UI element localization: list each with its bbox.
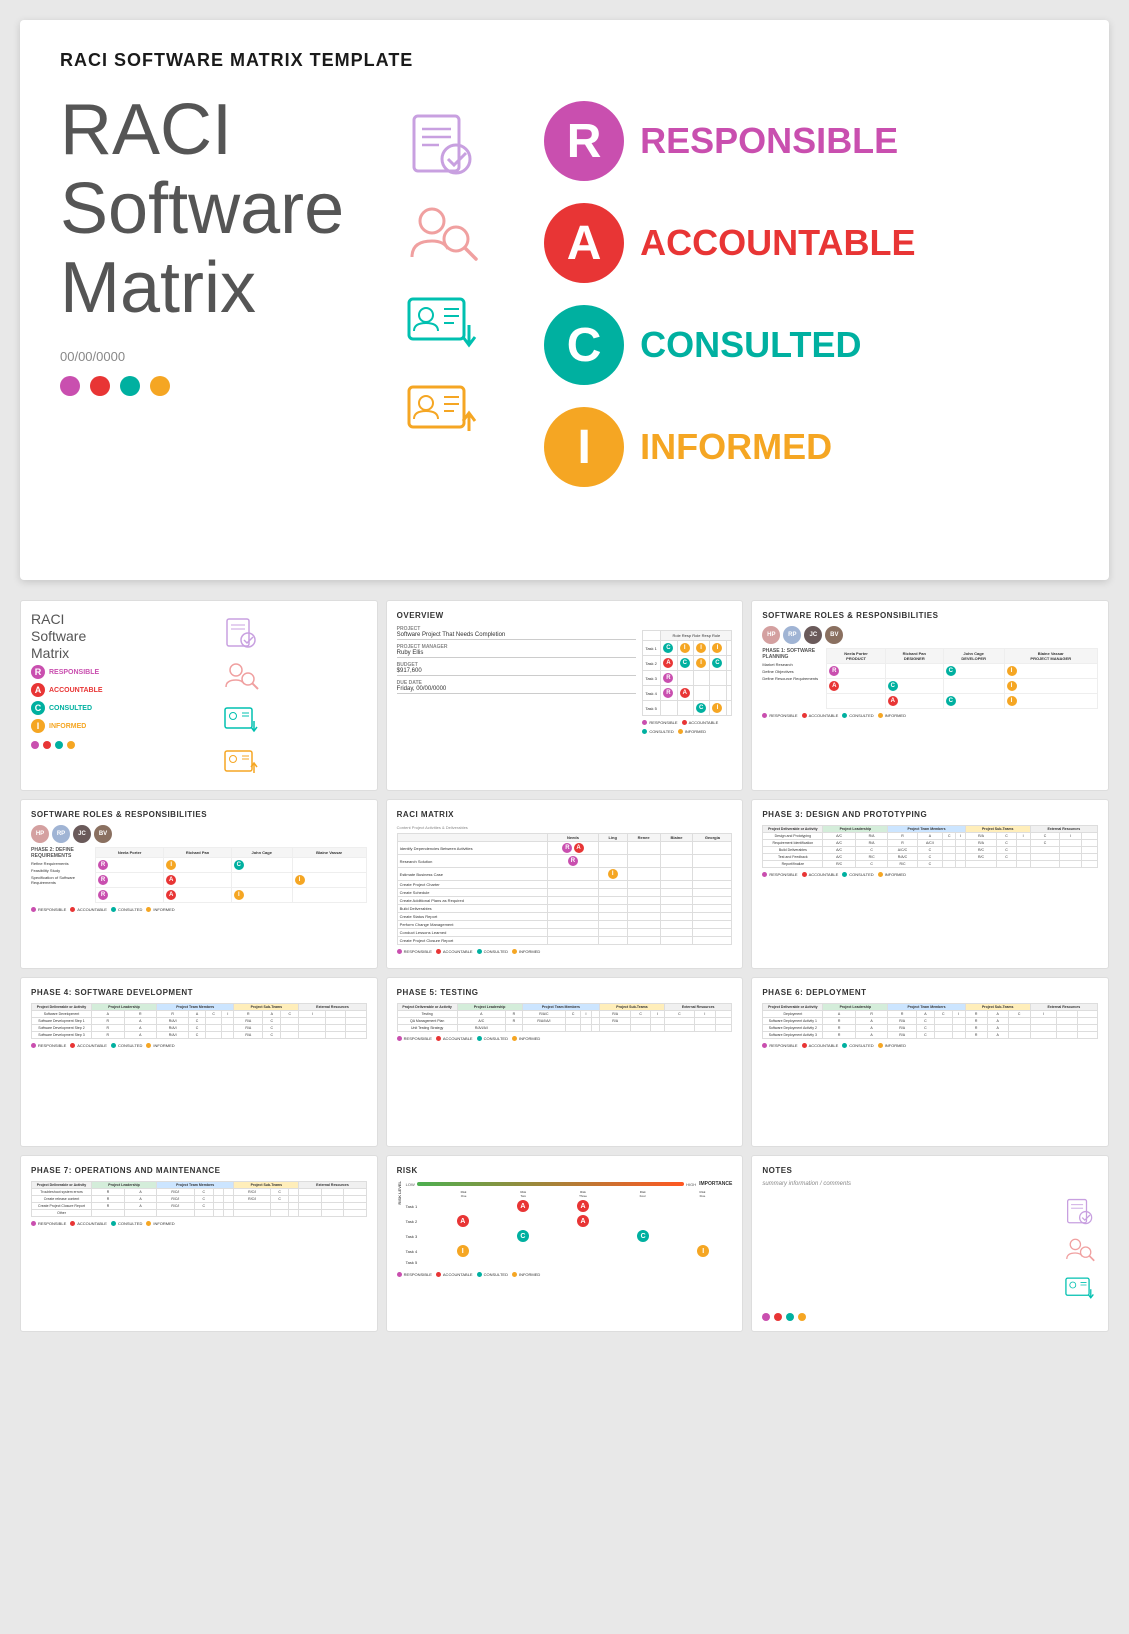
thumb4-content: PHASE 2: DEFINE REQUIREMENTS Refine Requ…: [31, 847, 367, 903]
thumb2-budget: $917,600: [397, 668, 637, 676]
thumb11-legend: RESPONSIBLE ACCOUNTABLE CONSULTED INFORM…: [397, 1272, 733, 1277]
raci-row-c: C CONSULTED: [544, 305, 1069, 385]
thumb-4[interactable]: SOFTWARE ROLES & RESPONSIBILITIES HP RP …: [20, 799, 378, 969]
raci-label-i: INFORMED: [640, 426, 832, 468]
thumb9-legend: RESPONSIBLE ACCOUNTABLE CONSULTED INFORM…: [762, 1043, 1098, 1048]
thumb2-manager: Ruby Ellis: [397, 650, 637, 658]
dot-a: [90, 376, 110, 396]
thumb9-title: PHASE 6: DEPLOYMENT: [762, 988, 1098, 997]
raci-circle-r: R: [544, 101, 624, 181]
thumb5-legend: RESPONSIBLE ACCOUNTABLE CONSULTED INFORM…: [397, 949, 733, 954]
icon-document-check: [404, 111, 484, 181]
thumb6-legend: RESPONSIBLE ACCOUNTABLE CONSULTED INFORM…: [762, 872, 1098, 877]
center-icons: [364, 91, 524, 445]
thumb12-title: NOTES: [762, 1166, 1098, 1175]
raci-label-c: CONSULTED: [640, 324, 861, 366]
thumb7-legend: RESPONSIBLE ACCOUNTABLE CONSULTED INFORM…: [31, 1043, 367, 1048]
thumb2-duedate: Friday, 00/00/0000: [397, 686, 637, 694]
thumb-5[interactable]: RACI MATRIX Content Project Activities &…: [386, 799, 744, 969]
raci-row-a: A ACCOUNTABLE: [544, 203, 1069, 283]
thumb-9[interactable]: PHASE 6: DEPLOYMENT Project Deliverable …: [751, 977, 1109, 1147]
thumb4-avatars: HP RP JC BV: [31, 825, 367, 843]
raci-circle-i: I: [544, 407, 624, 487]
thumb8-legend: RESPONSIBLE ACCOUNTABLE CONSULTED INFORM…: [397, 1036, 733, 1041]
thumb-3[interactable]: SOFTWARE ROLES & RESPONSIBILITIES HP RP …: [751, 600, 1109, 791]
thumb-10[interactable]: PHASE 7: OPERATIONS AND MAINTENANCE Proj…: [20, 1155, 378, 1332]
thumb3-content: PHASE 1: SOFTWARE PLANNING Market Resear…: [762, 648, 1098, 709]
main-title: RACI SOFTWARE MATRIX TEMPLATE: [60, 50, 1069, 71]
raci-row-i: I INFORMED: [544, 407, 1069, 487]
thumb2-project: Software Project That Needs Completion: [397, 632, 637, 640]
main-content: RACISoftwareMatrix 00/00/0000: [60, 91, 1069, 487]
thumb11-title: RISK: [397, 1166, 733, 1175]
thumb3-avatars: HP RP JC BV: [762, 626, 1098, 644]
thumb12-dots: [762, 1313, 1098, 1321]
thumb-2[interactable]: OVERVIEW PROJECT Software Project That N…: [386, 600, 744, 791]
thumb4-legend: RESPONSIBLE ACCOUNTABLE CONSULTED INFORM…: [31, 907, 367, 912]
thumb3-legend: RESPONSIBLE ACCOUNTABLE CONSULTED INFORM…: [762, 713, 1098, 718]
thumb-8[interactable]: PHASE 5: TESTING Project Deliverable or …: [386, 977, 744, 1147]
thumb1-dots: [31, 741, 111, 749]
thumb10-table: Project Deliverable or Activity Project …: [31, 1181, 367, 1217]
thumb-7[interactable]: PHASE 4: SOFTWARE DEVELOPMENT Project De…: [20, 977, 378, 1147]
thumb-12[interactable]: NOTES summary information / comments: [751, 1155, 1109, 1332]
thumb1-title: RACISoftwareMatrix: [31, 611, 111, 661]
icon-id-upload: [404, 375, 484, 445]
date-text: 00/00/0000: [60, 349, 344, 364]
dot-i: [150, 376, 170, 396]
thumb-11[interactable]: RISK RISK LEVEL LOW HIGH IMPORTANCE Risk…: [386, 1155, 744, 1332]
thumb8-title: PHASE 5: TESTING: [397, 988, 733, 997]
thumb5-table: NeedsLingReneeBlaineGeorgia Identify Dep…: [397, 833, 733, 945]
icon-id-download: [404, 287, 484, 357]
icon-person-search: [404, 199, 484, 269]
raci-label-r: RESPONSIBLE: [640, 120, 898, 162]
thumb10-title: PHASE 7: OPERATIONS AND MAINTENANCE: [31, 1166, 367, 1175]
thumb12-icons: [762, 1197, 1098, 1303]
raci-circle-c: C: [544, 305, 624, 385]
left-section: RACISoftwareMatrix 00/00/0000: [60, 91, 344, 396]
thumb3-title: SOFTWARE ROLES & RESPONSIBILITIES: [762, 611, 1098, 620]
thumb7-table: Project Deliverable or Activity Project …: [31, 1003, 367, 1039]
thumb10-legend: RESPONSIBLE ACCOUNTABLE CONSULTED INFORM…: [31, 1221, 367, 1226]
main-slide: RACI SOFTWARE MATRIX TEMPLATE RACISoftwa…: [20, 20, 1109, 580]
raci-big-title: RACISoftwareMatrix: [60, 91, 344, 329]
right-raci: R RESPONSIBLE A ACCOUNTABLE C CONSULTED …: [544, 91, 1069, 487]
dot-c: [120, 376, 140, 396]
thumb6-table: Project Deliverable or Activity Project …: [762, 825, 1098, 868]
thumb2-title: OVERVIEW: [397, 611, 733, 620]
thumb1-item-c: C CONSULTED: [31, 701, 111, 715]
thumb12-content: summary information / comments: [762, 1181, 1098, 1187]
dot-r: [60, 376, 80, 396]
color-dots: [60, 376, 344, 396]
thumb6-title: PHASE 3: DESIGN AND PROTOTYPING: [762, 810, 1098, 819]
raci-label-a: ACCOUNTABLE: [640, 222, 915, 264]
thumb7-title: PHASE 4: SOFTWARE DEVELOPMENT: [31, 988, 367, 997]
thumb5-title: RACI MATRIX: [397, 810, 733, 819]
thumb1-raci-items: R RESPONSIBLE A ACCOUNTABLE C CONSULTED …: [31, 665, 111, 733]
thumb4-title: SOFTWARE ROLES & RESPONSIBILITIES: [31, 810, 367, 819]
thumb-6[interactable]: PHASE 3: DESIGN AND PROTOTYPING Project …: [751, 799, 1109, 969]
thumb11-content: RISK LEVEL LOW HIGH IMPORTANCE RiskOne R…: [397, 1181, 733, 1268]
thumb8-table: Project Deliverable or Activity Project …: [397, 1003, 733, 1032]
thumb1-item-r: R RESPONSIBLE: [31, 665, 111, 679]
raci-circle-a: A: [544, 203, 624, 283]
thumbnail-grid: RACISoftwareMatrix R RESPONSIBLE A ACCOU…: [20, 600, 1109, 1332]
thumb9-table: Project Deliverable or Activity Project …: [762, 1003, 1098, 1039]
raci-row-r: R RESPONSIBLE: [544, 101, 1069, 181]
thumb4-table: Neela Porter Richard Pan John Cage Blain…: [95, 847, 367, 903]
thumb1-icons: [117, 611, 367, 780]
thumb1-item-a: A ACCOUNTABLE: [31, 683, 111, 697]
thumb2-legend: RESPONSIBLE ACCOUNTABLE CONSULTED INFORM…: [642, 720, 732, 734]
thumb1-item-i: I INFORMED: [31, 719, 111, 733]
thumb-1[interactable]: RACISoftwareMatrix R RESPONSIBLE A ACCOU…: [20, 600, 378, 791]
thumb3-table: Neela PorterPRODUCT Richard PanDESIGNER …: [826, 648, 1098, 709]
thumb2-table: Role Resp Role Resp Role Task 1 C I I I …: [642, 630, 732, 716]
